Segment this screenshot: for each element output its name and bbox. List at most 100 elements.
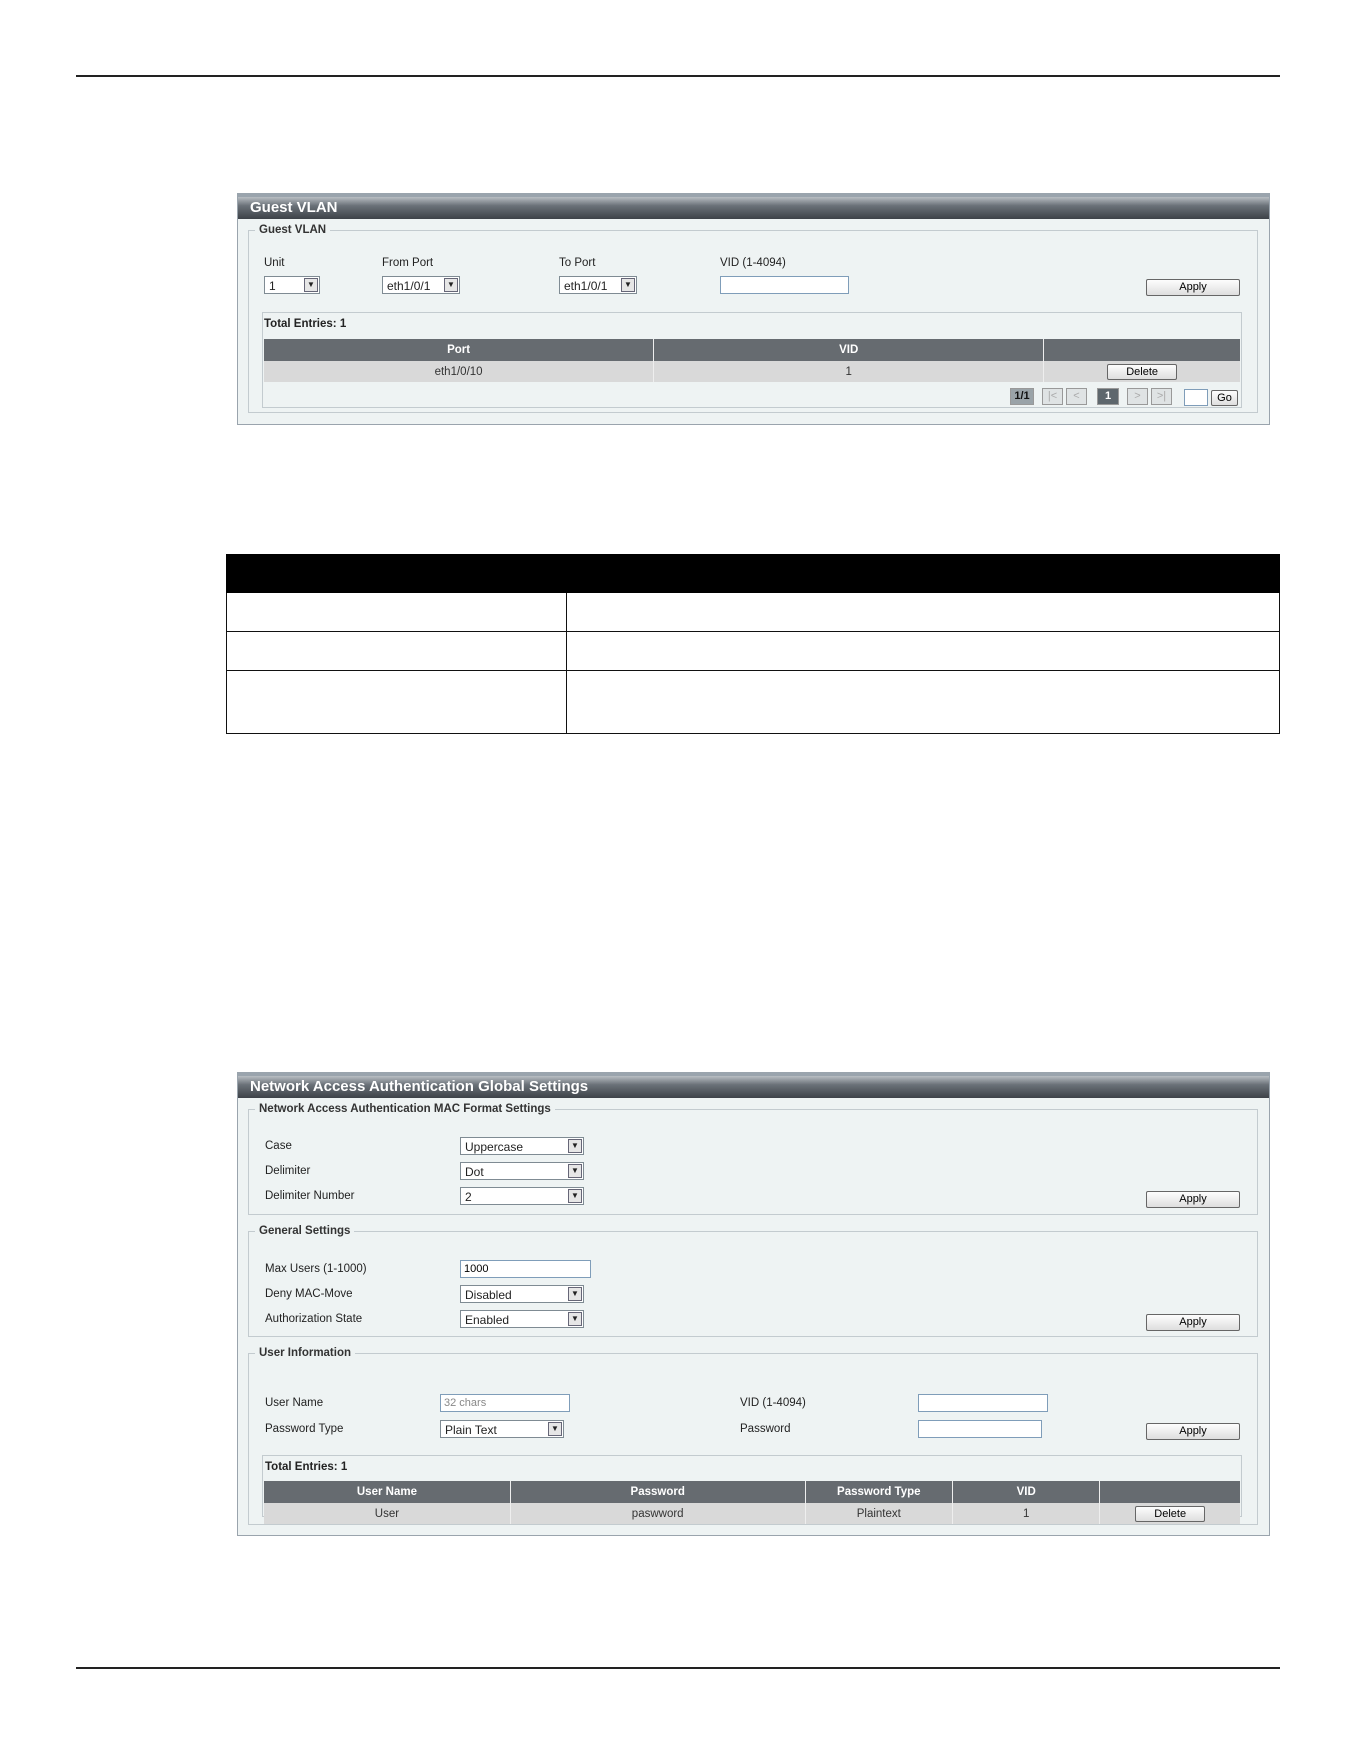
chevron-down-icon[interactable]: ▼	[568, 1287, 582, 1301]
first-page-button[interactable]: |<	[1042, 388, 1063, 405]
chevron-down-icon[interactable]: ▼	[444, 278, 458, 292]
chevron-down-icon[interactable]: ▼	[621, 278, 635, 292]
unit-select[interactable]: 1 ▼	[264, 276, 320, 294]
column-header-password: Password	[510, 1481, 806, 1503]
cell-vid: 1	[653, 361, 1045, 382]
cell-password-type: Plaintext	[805, 1503, 954, 1524]
table-row	[226, 631, 1280, 671]
page-indicator: 1/1	[1010, 388, 1034, 405]
user-name-label: User Name	[265, 1397, 324, 1409]
user-total-entries: Total Entries: 1	[265, 1461, 348, 1473]
guest-vlan-legend: Guest VLAN	[259, 224, 327, 236]
column-header-vid: VID	[653, 339, 1045, 361]
table-row: eth1/0/10 1 Delete	[264, 361, 1240, 382]
nac-global-title: Network Access Authentication Global Set…	[238, 1073, 1269, 1098]
cell-action: Delete	[1043, 361, 1240, 382]
last-page-button[interactable]: >|	[1151, 388, 1172, 405]
max-users-label: Max Users (1-1000)	[265, 1263, 367, 1275]
from-port-select-value: eth1/0/1	[387, 279, 431, 293]
password-label: Password	[740, 1423, 791, 1435]
chevron-down-icon[interactable]: ▼	[568, 1164, 582, 1178]
password-type-select-value: Plain Text	[445, 1423, 497, 1437]
doc-header-description	[566, 554, 1280, 593]
parameter-description-table	[226, 554, 1280, 734]
column-header-port: Port	[264, 339, 655, 361]
cell-user-name: User	[264, 1503, 511, 1524]
max-users-input[interactable]	[460, 1260, 591, 1278]
footer-rule	[76, 1667, 1280, 1669]
guest-vlan-table: Port VID eth1/0/10 1 Delete	[264, 339, 1240, 382]
general-settings-legend: General Settings	[259, 1225, 351, 1237]
current-page[interactable]: 1	[1097, 388, 1119, 405]
case-select[interactable]: Uppercase ▼	[460, 1137, 584, 1155]
from-port-select[interactable]: eth1/0/1 ▼	[382, 276, 460, 294]
password-type-select[interactable]: Plain Text ▼	[440, 1420, 564, 1438]
column-header-vid: VID	[952, 1481, 1101, 1503]
column-header-action	[1099, 1481, 1240, 1503]
to-port-label: To Port	[559, 257, 596, 269]
vid-label: VID (1-4094)	[720, 257, 786, 269]
password-input[interactable]	[918, 1420, 1042, 1438]
deny-mac-move-select[interactable]: Disabled ▼	[460, 1285, 584, 1303]
guest-vlan-title: Guest VLAN	[238, 194, 1269, 219]
column-header-password-type: Password Type	[805, 1481, 954, 1503]
chevron-down-icon[interactable]: ▼	[568, 1139, 582, 1153]
chevron-down-icon[interactable]: ▼	[568, 1312, 582, 1326]
authorization-state-label: Authorization State	[265, 1313, 363, 1325]
delimiter-number-label: Delimiter Number	[265, 1190, 355, 1202]
case-label: Case	[265, 1140, 292, 1152]
header-rule	[76, 75, 1280, 77]
column-header-action	[1043, 339, 1240, 361]
delimiter-label: Delimiter	[265, 1165, 311, 1177]
deny-mac-move-select-value: Disabled	[465, 1288, 512, 1302]
go-button[interactable]: Go	[1211, 390, 1238, 406]
case-select-value: Uppercase	[465, 1140, 524, 1154]
general-settings-fieldset: General Settings	[248, 1225, 1258, 1337]
table-row	[226, 670, 1280, 734]
deny-mac-move-label: Deny MAC-Move	[265, 1288, 353, 1300]
next-page-button[interactable]: >	[1127, 388, 1148, 405]
mac-format-legend: Network Access Authentication MAC Format…	[259, 1103, 551, 1115]
user-vid-label: VID (1-4094)	[740, 1397, 806, 1409]
chevron-down-icon[interactable]: ▼	[548, 1422, 562, 1436]
user-info-apply-button[interactable]: Apply	[1146, 1423, 1240, 1440]
cell-action: Delete	[1099, 1503, 1240, 1524]
chevron-down-icon[interactable]: ▼	[304, 278, 318, 292]
user-information-legend: User Information	[259, 1347, 352, 1359]
from-port-label: From Port	[382, 257, 434, 269]
doc-header-parameter	[226, 554, 567, 593]
page-number-input[interactable]	[1184, 389, 1208, 406]
table-row	[226, 592, 1280, 632]
delete-button[interactable]: Delete	[1107, 363, 1178, 380]
vid-input[interactable]	[720, 276, 849, 294]
column-header-user-name: User Name	[264, 1481, 511, 1503]
unit-select-value: 1	[269, 279, 276, 293]
to-port-select[interactable]: eth1/0/1 ▼	[559, 276, 637, 294]
user-name-input[interactable]	[440, 1394, 570, 1412]
guest-vlan-total-entries: Total Entries: 1	[264, 318, 347, 330]
nac-global-panel: Network Access Authentication Global Set…	[237, 1072, 1270, 1536]
delimiter-number-select-value: 2	[465, 1190, 472, 1204]
to-port-select-value: eth1/0/1	[564, 279, 608, 293]
guest-vlan-apply-button[interactable]: Apply	[1146, 279, 1240, 296]
cell-password: paswword	[510, 1503, 806, 1524]
mac-format-apply-button[interactable]: Apply	[1146, 1191, 1240, 1208]
authorization-state-select[interactable]: Enabled ▼	[460, 1310, 584, 1328]
delimiter-select-value: Dot	[465, 1165, 484, 1179]
prev-page-button[interactable]: <	[1066, 388, 1087, 405]
authorization-state-select-value: Enabled	[465, 1313, 510, 1327]
user-vid-input[interactable]	[918, 1394, 1048, 1412]
guest-vlan-panel: Guest VLAN Guest VLAN Unit 1 ▼ From Port…	[237, 193, 1270, 425]
table-row: User paswword Plaintext 1 Delete	[264, 1503, 1240, 1524]
general-settings-apply-button[interactable]: Apply	[1146, 1314, 1240, 1331]
cell-port: eth1/0/10	[264, 361, 655, 382]
password-type-label: Password Type	[265, 1423, 344, 1435]
unit-label: Unit	[264, 257, 285, 269]
chevron-down-icon[interactable]: ▼	[568, 1189, 582, 1203]
user-table: User Name Password Password Type VID Use…	[264, 1481, 1240, 1524]
delimiter-number-select[interactable]: 2 ▼	[460, 1187, 584, 1205]
cell-vid: 1	[952, 1503, 1101, 1524]
mac-format-fieldset: Network Access Authentication MAC Format…	[248, 1103, 1258, 1215]
delimiter-select[interactable]: Dot ▼	[460, 1162, 584, 1180]
delete-button[interactable]: Delete	[1135, 1505, 1206, 1522]
